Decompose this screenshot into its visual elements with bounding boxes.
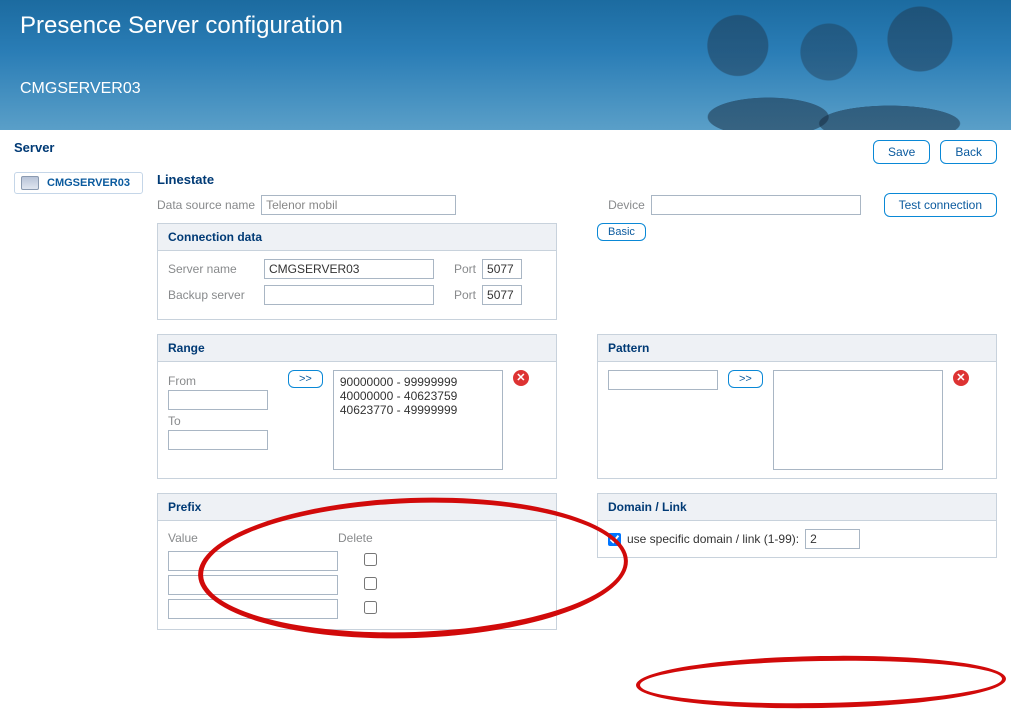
linestate-title: Linestate [157,172,997,187]
prefix-panel-title: Prefix [158,494,556,521]
port2-label: Port [454,288,476,302]
range-list-item[interactable]: 40623770 - 49999999 [340,403,496,417]
prefix-value-input[interactable] [168,599,338,619]
prefix-value-input[interactable] [168,575,338,595]
domain-checkbox[interactable] [608,533,621,546]
server-heading: Server [14,140,54,155]
port1-label: Port [454,262,476,276]
range-list[interactable]: 90000000 - 9999999940000000 - 4062375940… [333,370,503,470]
range-to-input[interactable] [168,430,268,450]
range-list-item[interactable]: 90000000 - 99999999 [340,375,496,389]
server-list-item[interactable]: CMGSERVER03 [14,172,143,194]
prefix-delete-checkbox[interactable] [364,553,377,566]
domain-value-input[interactable] [805,529,860,549]
pattern-panel: Pattern >> ✕ [597,334,997,479]
range-from-input[interactable] [168,390,268,410]
prefix-delete-header: Delete [338,529,403,549]
server-item-label: CMGSERVER03 [47,177,130,189]
data-source-label: Data source name [157,198,255,212]
port2-input[interactable] [482,285,522,305]
prefix-value-header: Value [168,529,338,549]
server-icon [21,176,39,190]
prefix-value-input[interactable] [168,551,338,571]
domain-panel-title: Domain / Link [598,494,996,521]
prefix-delete-checkbox[interactable] [364,601,377,614]
prefix-panel: Prefix Value Delete [157,493,557,630]
domain-checkbox-label: use specific domain / link (1-99): [627,532,799,546]
range-delete-icon[interactable]: ✕ [513,370,529,386]
pattern-add-button[interactable]: >> [728,370,763,388]
banner: Presence Server configuration CMGSERVER0… [0,0,1011,130]
backup-server-input[interactable] [264,285,434,305]
prefix-row [168,549,403,573]
prefix-delete-checkbox[interactable] [364,577,377,590]
range-from-label: From [168,374,278,388]
data-source-input[interactable] [261,195,456,215]
range-to-label: To [168,414,278,428]
prefix-row [168,573,403,597]
pattern-delete-icon[interactable]: ✕ [953,370,969,386]
connection-panel: Connection data Server name Port Backup … [157,223,557,320]
page-title: Presence Server configuration [20,12,991,40]
connection-panel-title: Connection data [158,224,556,251]
pattern-panel-title: Pattern [598,335,996,362]
server-name-label: Server name [168,262,258,276]
range-panel-title: Range [158,335,556,362]
save-button[interactable]: Save [873,140,930,164]
range-panel: Range From To >> 90000000 - 999999994000… [157,334,557,479]
back-button[interactable]: Back [940,140,997,164]
backup-server-label: Backup server [168,288,258,302]
pattern-list[interactable] [773,370,943,470]
port1-input[interactable] [482,259,522,279]
range-list-item[interactable]: 40000000 - 40623759 [340,389,496,403]
domain-panel: Domain / Link use specific domain / link… [597,493,997,558]
test-connection-button[interactable]: Test connection [884,193,997,217]
server-name-input[interactable] [264,259,434,279]
annotation-ellipse [636,653,1007,711]
basic-button[interactable]: Basic [597,223,646,241]
page-subtitle: CMGSERVER03 [20,80,991,98]
device-label: Device [608,198,645,212]
pattern-input[interactable] [608,370,718,390]
prefix-row [168,597,403,621]
device-input[interactable] [651,195,861,215]
range-add-button[interactable]: >> [288,370,323,388]
